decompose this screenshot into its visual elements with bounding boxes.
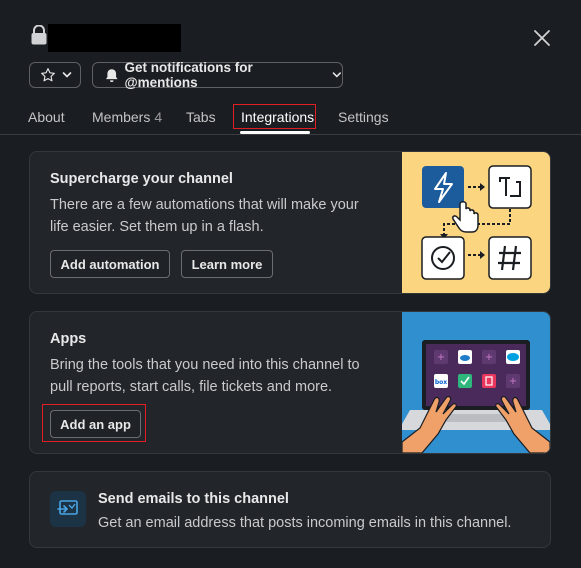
svg-text:+: +: [437, 352, 445, 363]
bell-icon: [105, 68, 118, 82]
svg-text:+: +: [485, 352, 493, 363]
email-description: Get an email address that posts incoming…: [98, 515, 512, 531]
add-automation-button[interactable]: Add automation: [50, 250, 170, 278]
email-icon: [50, 491, 86, 527]
email-card[interactable]: Send emails to this channel Get an email…: [29, 471, 551, 548]
svg-text:+: +: [509, 376, 517, 387]
notifications-label: Get notifications for @mentions: [124, 60, 253, 90]
apps-illustration: + + box +: [402, 312, 550, 453]
apps-card: Apps Bring the tools that you need into …: [29, 311, 551, 454]
email-title: Send emails to this channel: [98, 491, 289, 507]
tab-about[interactable]: About: [28, 109, 65, 125]
chevron-down-icon: [333, 72, 342, 78]
apps-description: Bring the tools that you need into this …: [50, 357, 360, 395]
close-icon[interactable]: [530, 26, 554, 50]
active-tab-indicator: [240, 131, 310, 134]
apps-title: Apps: [50, 331, 87, 347]
automation-illustration: [402, 152, 550, 293]
members-count: 4: [154, 109, 163, 125]
tab-integrations[interactable]: Integrations: [241, 109, 314, 125]
tab-settings[interactable]: Settings: [338, 109, 389, 125]
automations-description: There are a few automations that will ma…: [50, 197, 359, 235]
channel-details-dialog: Get notifications for @mentions About Me…: [0, 0, 581, 568]
notifications-dropdown-button[interactable]: Get notifications for @mentions: [92, 60, 343, 90]
tab-bar: About Members 4 Tabs Integrations Setting…: [0, 104, 581, 135]
redacted-channel-name: [48, 24, 181, 52]
automations-title: Supercharge your channel: [50, 171, 233, 187]
star-dropdown-button[interactable]: [29, 62, 81, 88]
tab-tabs[interactable]: Tabs: [186, 109, 216, 125]
lock-icon: [31, 25, 47, 45]
chevron-down-icon: [62, 72, 72, 78]
automations-card: Supercharge your channel There are a few…: [29, 151, 551, 294]
add-an-app-button[interactable]: Add an app: [50, 410, 141, 438]
tab-members[interactable]: Members 4: [92, 109, 162, 125]
svg-text:box: box: [435, 379, 447, 386]
tab-members-label: Members: [92, 109, 151, 125]
learn-more-button[interactable]: Learn more: [181, 250, 273, 278]
star-icon: [41, 68, 55, 82]
